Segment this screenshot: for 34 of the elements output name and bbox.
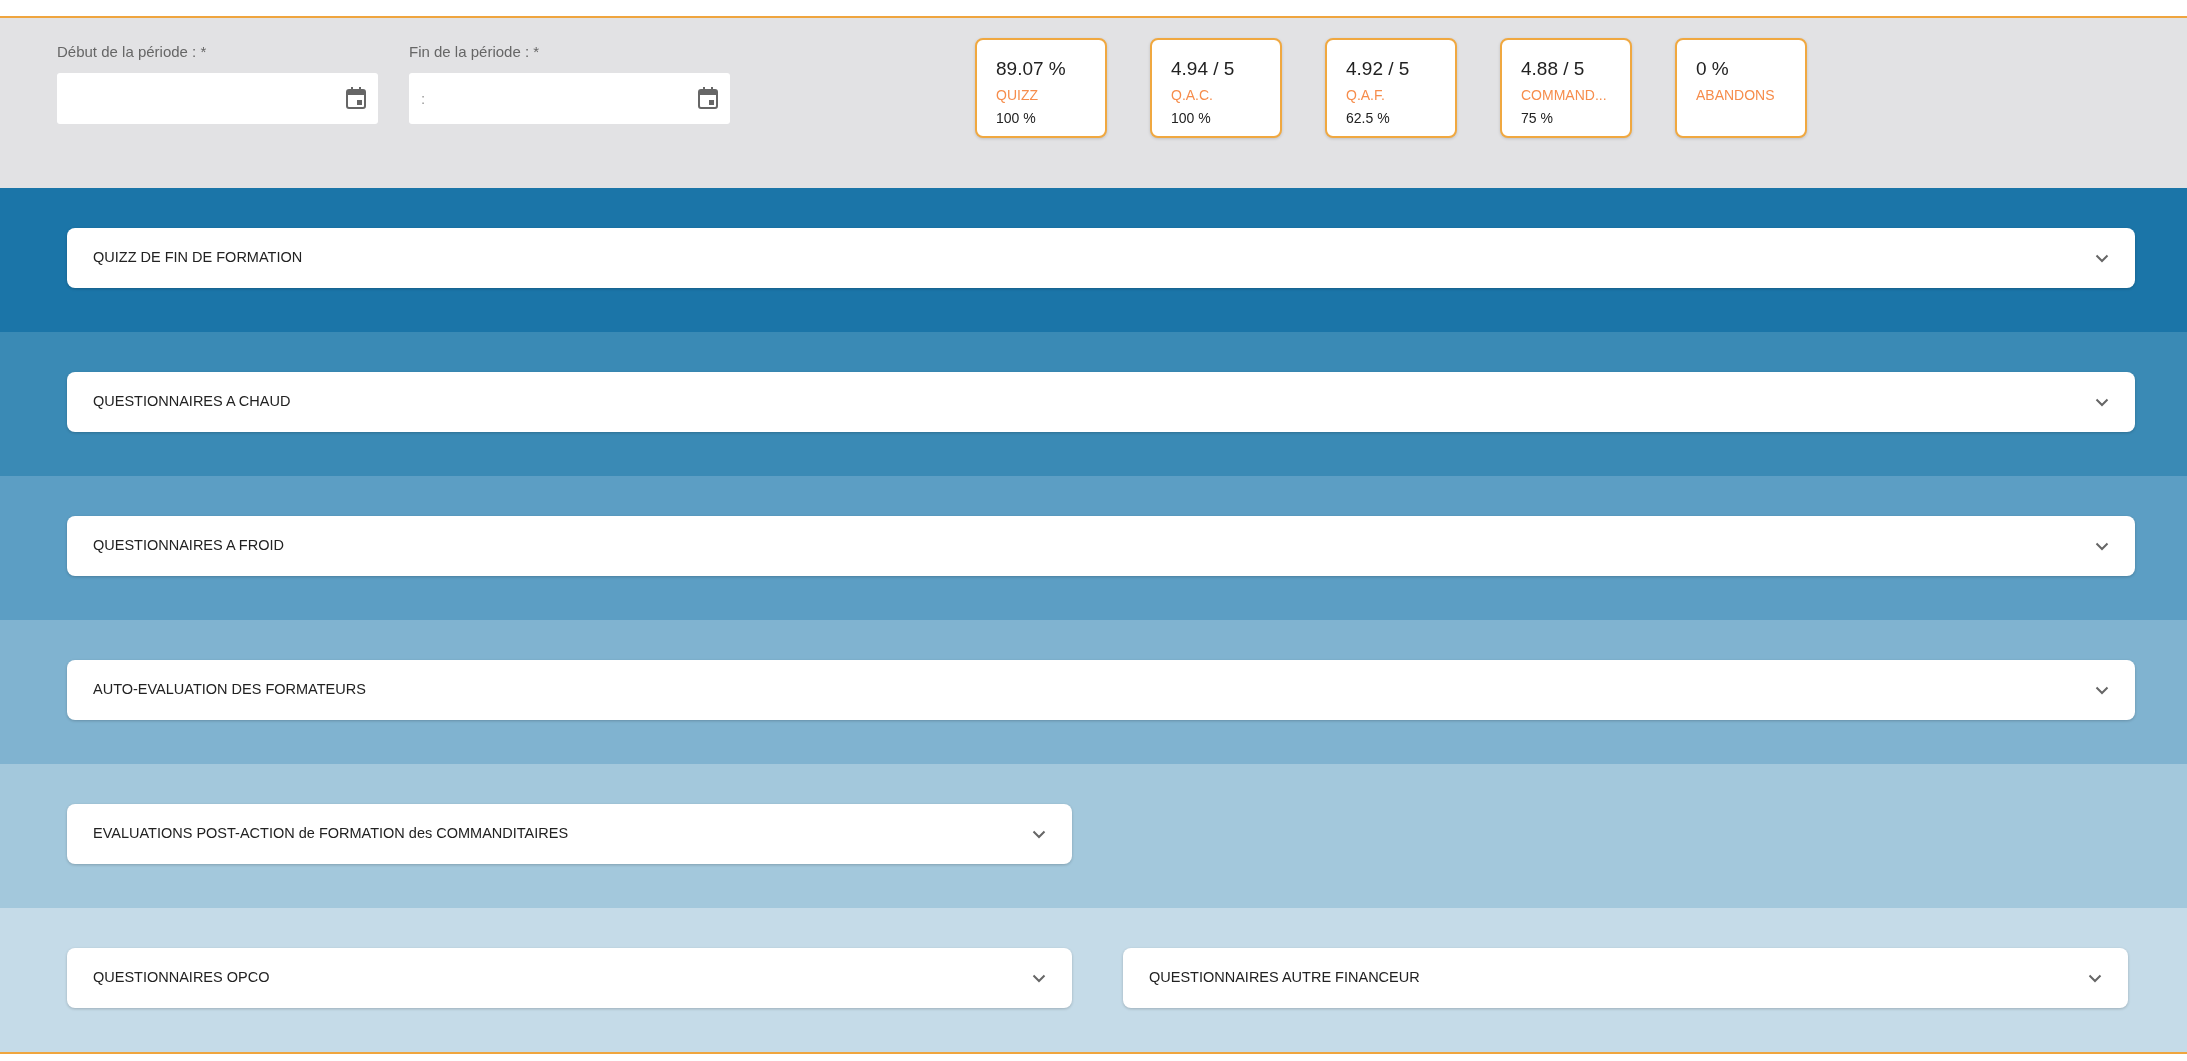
accordion-header[interactable]: QUESTIONNAIRES OPCO bbox=[67, 948, 1072, 1008]
calendar-icon[interactable] bbox=[346, 86, 366, 109]
stat-label: Q.A.C. bbox=[1171, 85, 1214, 105]
accordion-header[interactable]: QUESTIONNAIRES A FROID bbox=[67, 516, 2135, 576]
accordion-header[interactable]: QUESTIONNAIRES A CHAUD bbox=[67, 372, 2135, 432]
stat-value: 0 % bbox=[1696, 58, 1730, 81]
stat-rate: 62.5 % bbox=[1346, 108, 1391, 128]
stat-label: QUIZZ bbox=[996, 85, 1039, 105]
stat-value: 4.92 / 5 bbox=[1346, 58, 1411, 81]
field-label: Début de la période : * bbox=[57, 42, 208, 62]
stat-label: ABANDONS bbox=[1696, 85, 1776, 105]
calendar-icon[interactable] bbox=[698, 86, 718, 109]
stat-label: Q.A.F. bbox=[1346, 85, 1386, 105]
chevron-icon bbox=[2088, 973, 2102, 983]
stat-rate: 100 % bbox=[996, 108, 1037, 128]
accordion-header[interactable]: AUTO-EVALUATION DES FORMATEURS bbox=[67, 660, 2135, 720]
chevron-icon bbox=[2095, 541, 2109, 551]
chevron-icon bbox=[2095, 397, 2109, 407]
stat-value: 89.07 % bbox=[996, 58, 1067, 81]
stat-value: 4.94 / 5 bbox=[1171, 58, 1236, 81]
stat-rate: 100 % bbox=[1171, 108, 1212, 128]
accordion-header[interactable]: QUESTIONNAIRES AUTRE FINANCEUR bbox=[1123, 948, 2128, 1008]
date-field[interactable]: : bbox=[409, 72, 730, 124]
accordion-header[interactable]: EVALUATIONS POST-ACTION de FORMATION des COMMANDITAIRES bbox=[67, 804, 1072, 864]
field-label: Fin de la période : * bbox=[409, 42, 541, 62]
chevron-icon bbox=[1032, 973, 1046, 983]
stat-rate: 75 % bbox=[1521, 108, 1554, 128]
chevron-icon bbox=[2095, 253, 2109, 263]
chevron-icon bbox=[1032, 829, 1046, 839]
stat-value: 4.88 / 5 bbox=[1521, 58, 1586, 81]
date-field[interactable] bbox=[57, 72, 378, 124]
chevron-icon bbox=[2095, 685, 2109, 695]
accordion-header[interactable]: QUIZZ DE FIN DE FORMATION bbox=[67, 228, 2135, 288]
stat-label: COMMAND... bbox=[1521, 85, 1608, 105]
